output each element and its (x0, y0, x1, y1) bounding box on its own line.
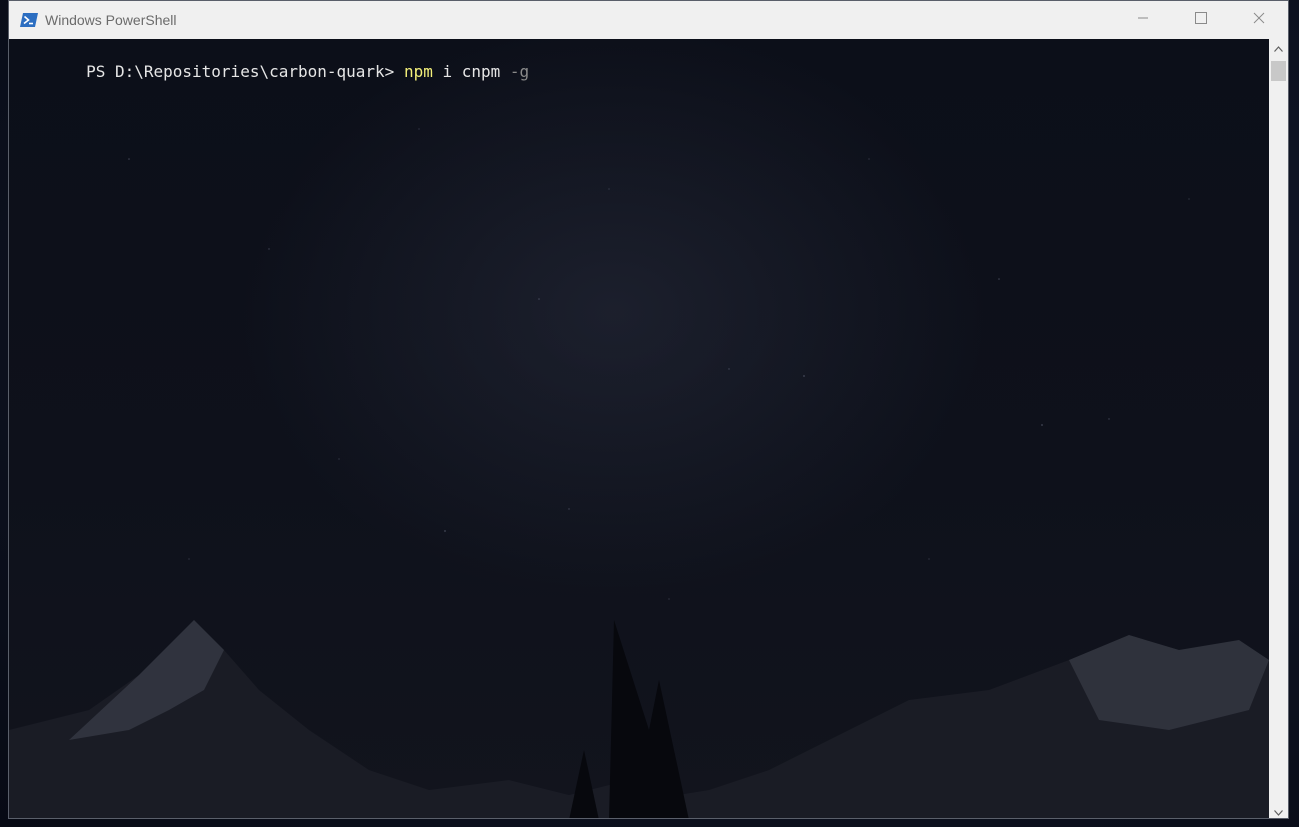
command-line[interactable]: PS D:\Repositories\carbon-quark> npm i c… (9, 39, 529, 81)
scroll-down-button[interactable] (1269, 803, 1288, 819)
vertical-scrollbar[interactable] (1269, 39, 1288, 819)
scroll-up-button[interactable] (1269, 39, 1288, 56)
command-parameter: -g (509, 62, 530, 81)
powershell-icon (19, 12, 39, 28)
close-button[interactable] (1230, 1, 1288, 39)
console-area[interactable]: PS D:\Repositories\carbon-quark> npm i c… (9, 39, 1269, 818)
desktop-background: Windows PowerShell PS D:\Repositories\ca… (0, 0, 1299, 827)
minimize-button[interactable] (1114, 1, 1172, 39)
command-name: npm (403, 62, 433, 81)
chevron-down-icon (1274, 803, 1283, 819)
close-icon (1253, 11, 1265, 29)
powershell-window[interactable]: Windows PowerShell PS D:\Repositories\ca… (8, 0, 1289, 819)
prompt-text: PS D:\Repositories\carbon-quark> (86, 62, 404, 81)
title-bar[interactable]: Windows PowerShell (9, 1, 1288, 39)
maximize-icon (1195, 11, 1207, 29)
minimize-icon (1137, 11, 1149, 29)
command-arguments: i cnpm (432, 62, 510, 81)
mountain-silhouette (9, 620, 1269, 818)
maximize-button[interactable] (1172, 1, 1230, 39)
window-controls (1114, 1, 1288, 39)
chevron-up-icon (1274, 39, 1283, 57)
window-title: Windows PowerShell (45, 12, 177, 28)
scrollbar-thumb[interactable] (1271, 61, 1286, 81)
